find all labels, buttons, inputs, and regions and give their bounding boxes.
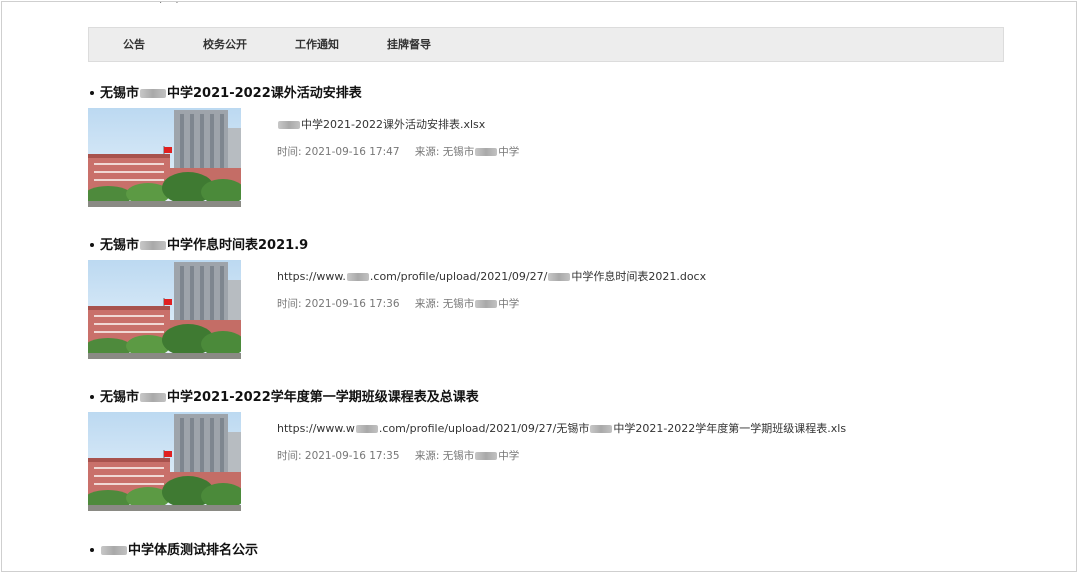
bullet-icon [90,90,94,95]
article-title[interactable]: 无锡市 中学2021-2022学年度第一学期班级课程表及总课表 [88,388,479,408]
school-building-image [88,108,241,207]
article-meta: 时间: 2021-09-16 17:35 来源: 无锡市 中学 [277,450,520,462]
nav-item-supervision[interactable]: 挂牌督导 [387,28,431,61]
article-meta: 时间: 2021-09-16 17:47 来源: 无锡市 中学 [277,146,520,158]
article-title[interactable]: 无锡市 中学2021-2022课外活动安排表 [88,84,362,104]
nav-item-school-affairs[interactable]: 校务公开 [203,28,247,61]
redacted-mask [590,425,613,433]
article-title[interactable]: 中学体质测试排名公示 [88,541,258,561]
redacted-mask [475,452,498,460]
article-thumbnail[interactable] [88,108,241,207]
attachment-link[interactable]: 中学2021-2022课外活动安排表.xlsx [277,116,485,132]
redacted-mask [475,300,498,308]
redacted-mask [548,273,571,281]
bullet-icon [90,547,94,552]
bullet-icon [90,394,94,399]
nav-item-announcement[interactable]: 公告 [123,28,145,61]
publish-time: 2021-09-16 17:35 [304,450,400,462]
nav-bar: 公告 校务公开 工作通知 挂牌督导 [88,27,1004,62]
article-thumbnail[interactable] [88,260,241,359]
redacted-mask [101,546,127,555]
school-building-image [88,412,241,511]
top-decoration: · · [159,1,184,9]
redacted-mask [140,241,167,250]
nav-item-work-notice[interactable]: 工作通知 [295,28,339,61]
school-building-image [88,260,241,359]
attachment-link[interactable]: https://www.w .com/profile/upload/2021/09… [277,420,846,436]
publish-time: 2021-09-16 17:36 [304,298,400,310]
publish-time: 2021-09-16 17:47 [304,146,400,158]
redacted-mask [140,89,167,98]
redacted-mask [355,425,378,433]
redacted-mask [475,148,498,156]
article-meta: 时间: 2021-09-16 17:36 来源: 无锡市 中学 [277,298,520,310]
bullet-icon [90,242,94,247]
redacted-mask [278,121,300,129]
redacted-mask [346,273,369,281]
redacted-mask [140,393,167,402]
article-thumbnail[interactable] [88,412,241,511]
page-frame: · · 公告 校务公开 工作通知 挂牌督导 无锡市 中学2021-2022课外活动… [1,1,1077,572]
article-title[interactable]: 无锡市 中学作息时间表2021.9 [88,236,308,256]
attachment-link[interactable]: https://www. .com/profile/upload/2021/09/… [277,268,706,284]
